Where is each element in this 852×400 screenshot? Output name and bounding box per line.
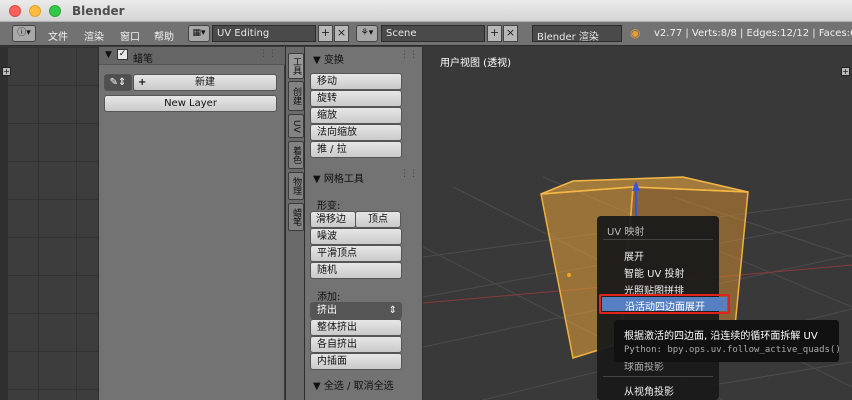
- extrude-label: 挤出: [317, 305, 337, 316]
- tooltip-python: Python: bpy.ops.uv.follow_active_quads(): [624, 345, 841, 355]
- menu-help[interactable]: 帮助: [154, 28, 174, 43]
- info-header: ⓘ▾ 文件 渲染 窗口 帮助 ▦▾ UV Editing + × ⚘▾ Scen…: [0, 22, 852, 46]
- rotate-button[interactable]: 旋转: [310, 90, 402, 107]
- uv-menu-title: UV 映射: [607, 227, 645, 238]
- blender-window: Blender ⓘ▾ 文件 渲染 窗口 帮助 ▦▾ UV Editing + ×…: [0, 0, 852, 400]
- uv-editor-edge: [0, 47, 8, 400]
- tab-shading[interactable]: 着色: [288, 141, 304, 169]
- menu-divider: [603, 239, 713, 240]
- delete-scene-x-icon[interactable]: ×: [503, 25, 518, 42]
- menu-divider-2: [603, 376, 713, 377]
- grease-pencil-checkbox[interactable]: ✓: [117, 49, 128, 60]
- inset-faces-button[interactable]: 内插面: [310, 353, 402, 370]
- scale-button[interactable]: 缩放: [310, 107, 402, 124]
- tooltip: 根据激活的四边面, 沿连续的循环面拆解 UV Python: bpy.ops.u…: [614, 320, 841, 362]
- scene-stats: v2.77 | Verts:8/8 | Edges:12/12 | Faces:…: [654, 28, 852, 39]
- window-title: Blender: [72, 4, 125, 18]
- transform-drag-handle-icon[interactable]: ⋮⋮: [400, 50, 418, 60]
- uv-editor-expand-plus-icon[interactable]: +: [2, 67, 11, 76]
- grease-pencil-header[interactable]: ▼ ✓ 蜡笔 ⋮⋮: [99, 47, 285, 65]
- menu-follow-active-quads-label: 沿活动四边面展开: [625, 302, 705, 313]
- editor-type-info-icon[interactable]: ⓘ▾: [12, 25, 36, 42]
- minimize-window-button[interactable]: [29, 5, 41, 17]
- add-scene-plus-icon[interactable]: +: [487, 25, 502, 42]
- toolshelf-tabs: 工具 创建 UV 着色 物理 蜡笔: [285, 47, 305, 400]
- blender-logo-icon: ◉: [630, 26, 641, 40]
- tooltip-description: 根据激活的四边面, 沿连续的循环面拆解 UV: [624, 331, 818, 342]
- pencil-icon[interactable]: ✎⇕: [104, 74, 132, 91]
- tab-tools[interactable]: 工具: [288, 53, 304, 79]
- menu-window[interactable]: 窗口: [120, 28, 140, 43]
- slide-edge-button[interactable]: 滑移边: [310, 211, 356, 228]
- smooth-vertex-button[interactable]: 平滑顶点: [310, 245, 402, 262]
- render-engine-select[interactable]: Blender 渲染: [532, 25, 622, 43]
- menu-unwrap[interactable]: 展开: [624, 248, 644, 263]
- drag-handle-icon[interactable]: ⋮⋮: [259, 49, 277, 59]
- plus-icon: +: [138, 77, 147, 88]
- move-button[interactable]: 移动: [310, 73, 402, 90]
- collapse-triangle-icon[interactable]: ▼: [105, 50, 112, 60]
- shrink-fatten-button[interactable]: 法向缩放: [310, 124, 402, 141]
- tab-create[interactable]: 创建: [288, 81, 304, 111]
- mesh-drag-handle-icon[interactable]: ⋮⋮: [400, 169, 418, 179]
- zoom-window-button[interactable]: [49, 5, 61, 17]
- noise-button[interactable]: 噪波: [310, 228, 402, 245]
- uv-editor-area[interactable]: +: [0, 47, 98, 400]
- select-header[interactable]: ▼ 全选 / 取消全选: [305, 374, 423, 392]
- randomize-button[interactable]: 随机: [310, 262, 402, 279]
- tab-physics[interactable]: 物理: [288, 172, 304, 200]
- grease-pencil-title: 蜡笔: [133, 54, 153, 65]
- select-title: 全选 / 取消全选: [323, 381, 394, 392]
- transform-title: 变换: [323, 55, 344, 66]
- screen-layout-grid-icon[interactable]: ▦▾: [188, 25, 210, 42]
- extrude-individual-button[interactable]: 各自挤出: [310, 336, 402, 353]
- new-button-label: 新建: [195, 77, 215, 88]
- object-origin: [567, 273, 571, 277]
- menu-render[interactable]: 渲染: [84, 28, 104, 43]
- close-window-button[interactable]: [9, 5, 21, 17]
- extrude-dropdown[interactable]: 挤出 ⇕: [310, 302, 402, 319]
- menu-project-from-view[interactable]: 从视角投影: [624, 383, 674, 398]
- new-layer-button[interactable]: New Layer: [104, 95, 277, 112]
- slide-vertex-button[interactable]: 顶点: [355, 211, 401, 228]
- mesh-tools-title: 网格工具: [323, 174, 364, 185]
- add-screen-plus-icon[interactable]: +: [318, 25, 333, 42]
- extrude-region-button[interactable]: 整体挤出: [310, 319, 402, 336]
- screen-layout-field[interactable]: UV Editing: [212, 25, 316, 42]
- tab-grease-pencil[interactable]: 蜡笔: [288, 203, 304, 231]
- tab-uv[interactable]: UV: [288, 114, 304, 138]
- deform-label: 形变:: [317, 201, 341, 212]
- mesh-tools-collapse-icon: ▼: [313, 174, 321, 185]
- delete-screen-x-icon[interactable]: ×: [334, 25, 349, 42]
- scene-icon[interactable]: ⚘▾: [356, 25, 378, 42]
- grease-pencil-panel: ▼ ✓ 蜡笔 ⋮⋮ ✎⇕ + 新建 New Layer: [98, 47, 285, 400]
- select-collapse-icon: ▼: [313, 381, 321, 392]
- new-grease-pencil-button[interactable]: + 新建: [133, 74, 277, 91]
- scene-field[interactable]: Scene: [381, 25, 485, 42]
- menu-smart-uv-project[interactable]: 智能 UV 投射: [624, 265, 685, 280]
- dropdown-arrows-icon: ⇕: [388, 305, 397, 316]
- tools-panel: ▼ 变换 移动 旋转 缩放 法向缩放 推 / 拉 ▼ 网格工具 形变: 滑移边 …: [305, 47, 423, 400]
- title-bar: Blender: [0, 0, 852, 22]
- transform-collapse-icon: ▼: [313, 55, 321, 66]
- add-label: 添加:: [317, 292, 341, 303]
- push-pull-button[interactable]: 推 / 拉: [310, 141, 402, 158]
- menu-file[interactable]: 文件: [48, 28, 68, 43]
- menu-follow-active-quads[interactable]: 沿活动四边面展开: [599, 294, 730, 314]
